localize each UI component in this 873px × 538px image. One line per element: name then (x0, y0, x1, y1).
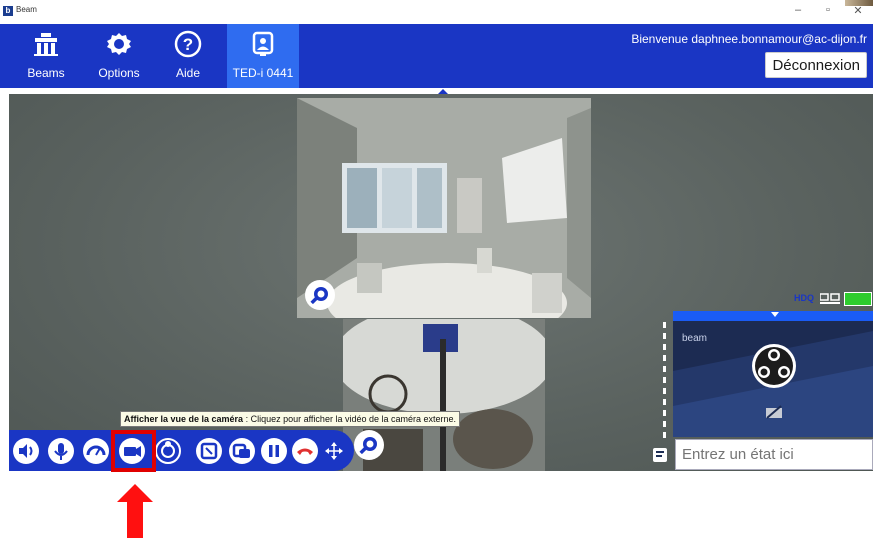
nav-bar: Beams Options ? Aide TED-i 0441 Bienvenu… (0, 24, 873, 88)
nav-item-options[interactable]: Options (90, 24, 148, 88)
annotation-arrow-shaft (127, 501, 143, 538)
beams-icon (34, 33, 58, 56)
logout-button[interactable]: Déconnexion (765, 52, 867, 78)
nav-item-ted-i[interactable]: TED-i 0441 (227, 24, 299, 88)
nav-label-beams: Beams (27, 66, 65, 80)
pause-icon[interactable] (261, 438, 287, 464)
self-view-collapse-icon[interactable] (771, 312, 779, 318)
highlight-box (111, 430, 156, 472)
picture-in-picture-icon[interactable] (229, 438, 255, 464)
title-bar: b Beam – ▫ ✕ (0, 0, 873, 24)
obs-logo-icon (752, 344, 796, 388)
meeting-room-image (297, 98, 591, 318)
welcome-text: Bienvenue daphnee.bonnamour@ac-dijon.fr (631, 32, 867, 46)
svg-text:?: ? (183, 35, 193, 54)
tooltip-title: Afficher la vue de la caméra (124, 414, 244, 424)
move-icon[interactable] (324, 441, 344, 461)
magnifier-icon (310, 287, 328, 305)
beam-window: b Beam – ▫ ✕ Beams Options ? Aide TED-i … (0, 0, 873, 538)
volume-icon[interactable] (13, 438, 39, 464)
status-input[interactable] (675, 439, 873, 470)
zoom-bottom-button[interactable] (354, 430, 384, 460)
beam-brand-text: beam (682, 333, 708, 344)
camera-switch-icon[interactable] (155, 438, 181, 464)
self-view-panel: beam (673, 311, 873, 437)
corner-decoration (845, 0, 873, 6)
hang-up-icon[interactable] (292, 438, 318, 464)
camera-off-icon[interactable] (765, 405, 783, 419)
network-icon (820, 293, 840, 304)
robot-icon (252, 31, 274, 56)
navigation-camera-view[interactable] (297, 98, 591, 318)
resize-handle[interactable] (663, 322, 666, 438)
control-bar (9, 430, 354, 471)
tooltip-text: : Cliquez pour afficher la vidéo de la c… (243, 414, 457, 424)
status-chat-icon (653, 448, 667, 462)
nav-label-ted-i: TED-i 0441 (232, 66, 294, 80)
gear-icon (107, 33, 131, 55)
connection-quality-indicator (844, 292, 872, 306)
hd-quality-label: HDQ (794, 293, 814, 303)
fullscreen-icon[interactable] (196, 438, 222, 464)
nav-label-options: Options (98, 66, 140, 80)
window-title: Beam (16, 5, 37, 14)
camera-view-tooltip: Afficher la vue de la caméra : Cliquez p… (120, 411, 461, 427)
beam-logo-icon: b (3, 6, 13, 16)
microphone-icon[interactable] (48, 438, 74, 464)
nav-item-aide[interactable]: ? Aide (165, 24, 211, 88)
annotation-arrow-head (117, 484, 153, 502)
nav-label-aide: Aide (175, 66, 201, 80)
minimize-button[interactable]: – (788, 4, 808, 16)
help-icon: ? (174, 30, 202, 58)
zoom-icon (359, 437, 377, 455)
restore-button[interactable]: ▫ (818, 4, 838, 16)
speed-gauge-icon[interactable] (83, 438, 109, 464)
nav-item-beams[interactable]: Beams (20, 24, 72, 88)
zoom-top-button[interactable] (305, 280, 335, 310)
